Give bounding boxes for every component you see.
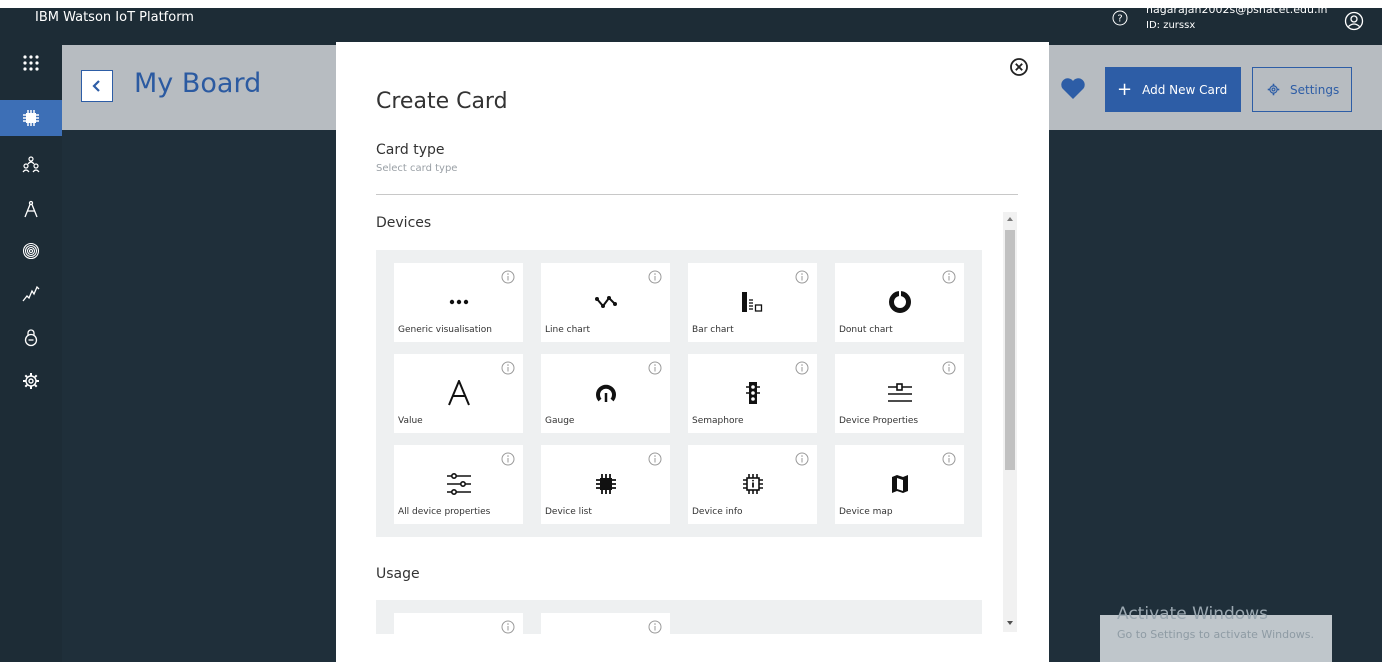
nav-fingerprint[interactable] <box>0 233 62 269</box>
account-icon[interactable] <box>1344 11 1364 31</box>
tile-all-device-properties[interactable]: All device properties <box>394 445 523 524</box>
tile-label: Gauge <box>545 416 575 426</box>
ellipsis-icon <box>449 299 468 305</box>
info-icon[interactable] <box>795 452 809 466</box>
nav-devices[interactable] <box>0 100 62 136</box>
fingerprint-icon <box>22 242 40 260</box>
tile-label: Donut chart <box>839 325 893 335</box>
info-icon[interactable] <box>501 452 515 466</box>
tile-label: Device map <box>839 507 893 517</box>
tile-device-properties[interactable]: Device Properties <box>835 354 964 433</box>
close-icon[interactable] <box>1009 57 1029 77</box>
board-settings-button[interactable]: Settings <box>1252 67 1352 112</box>
device-info-icon <box>742 474 763 494</box>
devices-icon <box>23 110 39 126</box>
donut-chart-icon <box>888 291 911 313</box>
info-icon[interactable] <box>942 361 956 375</box>
tile-label: Line chart <box>545 325 591 335</box>
back-button[interactable] <box>81 70 113 102</box>
section-title-usage: Usage <box>376 566 420 582</box>
info-icon[interactable] <box>648 361 662 375</box>
info-icon[interactable] <box>501 361 515 375</box>
plus-icon: + <box>1117 78 1133 100</box>
info-icon[interactable] <box>648 270 662 284</box>
nav-apps[interactable] <box>0 45 62 81</box>
members-icon <box>22 156 40 173</box>
help-icon[interactable]: ? <box>1112 10 1128 26</box>
tile-label: Bar chart <box>692 325 734 335</box>
tile-label: Generic visualisation <box>398 325 492 335</box>
app-brand[interactable]: IBM Watson IoT Platform <box>35 10 194 25</box>
watermark-title: Activate Windows <box>1117 604 1268 624</box>
line-chart-icon <box>594 296 617 308</box>
watermark-subtitle: Go to Settings to activate Windows. <box>1117 628 1315 641</box>
apps-icon <box>23 55 39 71</box>
device-properties-icon <box>887 383 912 402</box>
tile-label: All device properties <box>398 507 491 517</box>
info-icon[interactable] <box>501 620 515 634</box>
analytics-icon <box>22 285 40 302</box>
gauge-icon <box>595 384 616 402</box>
nav-analytics[interactable] <box>0 276 62 312</box>
add-new-card-label: Add New Card <box>1142 82 1228 97</box>
scroll-up-arrow-icon[interactable] <box>1005 216 1015 224</box>
info-icon[interactable] <box>648 620 662 634</box>
svg-text:?: ? <box>1117 14 1122 25</box>
apps-compass-icon <box>24 200 38 218</box>
chevron-left-icon <box>92 80 100 92</box>
tile-donut-chart[interactable]: Donut chart <box>835 263 964 342</box>
section-title-devices: Devices <box>376 215 432 231</box>
nav-settings[interactable] <box>0 363 62 399</box>
security-icon <box>24 329 38 347</box>
all-device-properties-icon <box>446 473 471 495</box>
tile-generic-visualisation[interactable]: Generic visualisation <box>394 263 523 342</box>
tile-device-map[interactable]: Device map <box>835 445 964 524</box>
value-icon <box>447 380 470 406</box>
tile-label: Device info <box>692 507 743 517</box>
tile-gauge[interactable]: Gauge <box>541 354 670 433</box>
info-icon[interactable] <box>501 270 515 284</box>
info-icon[interactable] <box>942 452 956 466</box>
scrollbar-thumb[interactable] <box>1005 230 1015 470</box>
tile-label: Semaphore <box>692 416 744 426</box>
user-email[interactable]: nagarajan2002s@psnacet.edu.in <box>1146 3 1328 16</box>
modal-title: Create Card <box>376 89 508 114</box>
tile-value[interactable]: Value <box>394 354 523 433</box>
nav-apps-compass[interactable] <box>0 191 62 227</box>
scroll-down-arrow-icon[interactable] <box>1005 620 1015 628</box>
gear-icon <box>1267 83 1280 96</box>
settings-icon <box>23 373 39 389</box>
favorite-heart-icon[interactable] <box>1060 77 1086 101</box>
tile-bar-chart[interactable]: Bar chart <box>688 263 817 342</box>
page-title: My Board <box>134 68 262 99</box>
info-icon[interactable] <box>648 452 662 466</box>
user-id: ID: zurssx <box>1146 20 1196 31</box>
card-type-label: Card type <box>376 142 445 158</box>
settings-label: Settings <box>1290 82 1340 97</box>
tile-device-info[interactable]: Device info <box>688 445 817 524</box>
divider <box>376 194 1018 195</box>
tile-line-chart[interactable]: Line chart <box>541 263 670 342</box>
info-icon[interactable] <box>795 270 809 284</box>
tile-usage-2[interactable] <box>541 613 670 634</box>
info-icon[interactable] <box>795 361 809 375</box>
left-nav <box>0 45 62 662</box>
tile-label: Device list <box>545 507 592 517</box>
tile-semaphore[interactable]: Semaphore <box>688 354 817 433</box>
device-list-icon <box>595 474 616 494</box>
tile-label: Device Properties <box>839 416 919 426</box>
add-new-card-button[interactable]: + Add New Card <box>1105 67 1241 112</box>
tile-label: Value <box>398 416 423 426</box>
nav-members[interactable] <box>0 146 62 182</box>
tile-device-list[interactable]: Device list <box>541 445 670 524</box>
info-icon[interactable] <box>942 270 956 284</box>
semaphore-icon <box>745 382 760 404</box>
nav-security[interactable] <box>0 320 62 356</box>
tile-usage-1[interactable] <box>394 613 523 634</box>
device-map-icon <box>891 475 908 493</box>
card-type-hint: Select card type <box>376 163 458 174</box>
bar-chart-icon <box>741 292 762 312</box>
